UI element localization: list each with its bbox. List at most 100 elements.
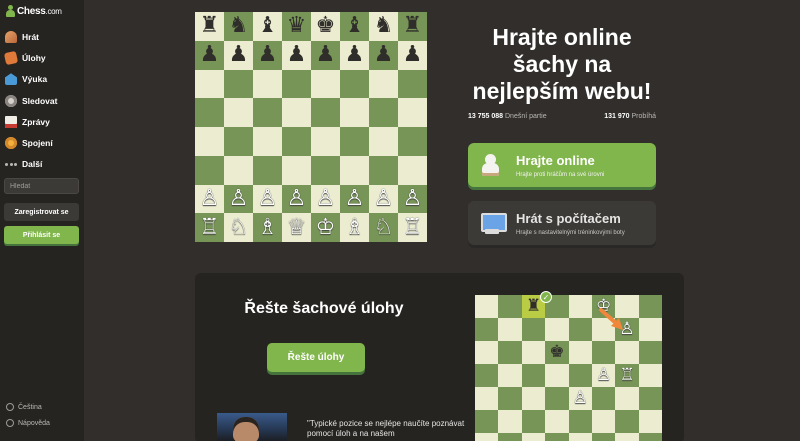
board-square[interactable]: ♟ (311, 40, 340, 70)
chess-piece[interactable]: ♘ (229, 216, 249, 239)
board-square[interactable]: ♕ (282, 213, 311, 242)
board-square[interactable]: ♙ (398, 184, 427, 214)
sidebar-item-more[interactable]: Další (0, 154, 84, 175)
board-square[interactable] (475, 387, 499, 410)
board-square[interactable] (340, 127, 369, 156)
board-square[interactable] (340, 98, 369, 127)
board-square[interactable] (521, 318, 546, 341)
sidebar-item-puzzles[interactable]: Úlohy (0, 47, 84, 68)
board-square[interactable] (475, 295, 499, 318)
chess-piece[interactable]: ♛ (287, 15, 307, 37)
board-square[interactable]: ♙ (340, 184, 369, 214)
board-square[interactable] (521, 410, 546, 433)
board-square[interactable] (195, 155, 224, 185)
board-square[interactable] (195, 69, 224, 99)
board-square[interactable] (369, 69, 398, 99)
board-square[interactable] (398, 155, 427, 185)
board-square[interactable] (568, 295, 592, 318)
chess-piece[interactable]: ♖ (200, 216, 220, 239)
board-square[interactable]: ♔ (311, 213, 340, 242)
board-square[interactable] (224, 69, 253, 99)
solve-puzzles-button[interactable]: Řešte úlohy (267, 343, 365, 372)
board-square[interactable] (615, 410, 639, 433)
chess-piece[interactable]: ♙ (287, 187, 307, 210)
board-square[interactable] (398, 98, 427, 127)
board-square[interactable] (591, 410, 616, 433)
puzzle-board[interactable]: ♜ ♔ ♙ ♚ ♙ ♖ ♙ (475, 295, 662, 441)
chess-piece[interactable]: ♖ (619, 367, 634, 384)
chess-piece[interactable]: ♜ (526, 298, 541, 315)
board-square[interactable] (311, 98, 340, 127)
board-square[interactable]: ♗ (253, 213, 282, 242)
board-square[interactable] (498, 387, 522, 410)
board-square[interactable] (521, 364, 546, 387)
board-square[interactable] (638, 410, 662, 433)
board-square[interactable] (568, 341, 592, 364)
sidebar-item-social[interactable]: Spojení (0, 132, 84, 153)
chess-piece[interactable]: ♜ (200, 15, 220, 37)
chess-piece[interactable]: ♟ (316, 44, 336, 66)
chess-piece[interactable]: ♗ (258, 216, 278, 239)
board-square[interactable] (311, 127, 340, 156)
chess-piece[interactable]: ♚ (549, 344, 564, 361)
board-square[interactable] (340, 155, 369, 185)
chess-piece[interactable]: ♙ (345, 187, 365, 210)
chess-piece[interactable]: ♙ (200, 187, 220, 210)
board-square[interactable] (498, 341, 522, 364)
chess-piece[interactable]: ♙ (374, 187, 394, 210)
board-square[interactable] (568, 364, 592, 387)
board-square[interactable]: ♚ (311, 12, 340, 41)
board-square[interactable] (568, 410, 592, 433)
board-square[interactable] (638, 295, 662, 318)
board-square[interactable]: ♙ (195, 184, 224, 214)
chess-piece[interactable]: ♙ (403, 187, 423, 210)
board-square[interactable]: ♟ (282, 40, 311, 70)
board-square[interactable] (253, 127, 282, 156)
board-square[interactable] (311, 69, 340, 99)
register-button[interactable]: Zaregistrovat se (4, 203, 79, 221)
board-square[interactable] (195, 98, 224, 127)
chess-piece[interactable]: ♝ (345, 15, 365, 37)
board-square[interactable] (282, 69, 311, 99)
board-square[interactable]: ♚ (545, 341, 569, 364)
board-square[interactable]: ♟ (195, 40, 224, 70)
board-square[interactable] (545, 318, 569, 341)
board-square[interactable] (568, 318, 592, 341)
chess-com-logo[interactable]: Chess.com (6, 4, 62, 18)
board-square[interactable]: ♙ (369, 184, 398, 214)
board-square[interactable] (398, 127, 427, 156)
board-square[interactable]: ♝ (253, 12, 282, 41)
sidebar-item-learn[interactable]: Výuka (0, 69, 84, 90)
chess-piece[interactable]: ♟ (229, 44, 249, 66)
board-square[interactable] (638, 387, 662, 410)
board-square[interactable] (498, 410, 522, 433)
chess-piece[interactable]: ♙ (258, 187, 278, 210)
chess-piece[interactable]: ♟ (200, 44, 220, 66)
board-square[interactable]: ♘ (369, 213, 398, 242)
language-selector[interactable]: Čeština (6, 403, 42, 411)
board-square[interactable] (224, 155, 253, 185)
board-square[interactable] (253, 98, 282, 127)
board-square[interactable]: ♟ (398, 40, 427, 70)
chess-piece[interactable]: ♜ (403, 15, 423, 37)
board-square[interactable] (591, 433, 616, 441)
board-square[interactable] (475, 318, 499, 341)
board-square[interactable] (340, 69, 369, 99)
board-square[interactable]: ♙ (568, 387, 592, 410)
chess-piece[interactable]: ♟ (374, 44, 394, 66)
chess-piece[interactable]: ♕ (287, 216, 307, 239)
chess-piece[interactable]: ♟ (258, 44, 278, 66)
board-square[interactable]: ♘ (224, 213, 253, 242)
board-square[interactable] (195, 127, 224, 156)
board-square[interactable]: ♙ (224, 184, 253, 214)
board-square[interactable] (282, 155, 311, 185)
chess-piece[interactable]: ♟ (403, 44, 423, 66)
board-square[interactable] (475, 410, 499, 433)
login-button[interactable]: Přihlásit se (4, 226, 79, 244)
board-square[interactable] (475, 341, 499, 364)
board-square[interactable] (253, 155, 282, 185)
board-square[interactable]: ♖ (398, 213, 427, 242)
board-square[interactable] (545, 364, 569, 387)
board-square[interactable]: ♛ (282, 12, 311, 41)
board-square[interactable]: ♝ (340, 12, 369, 41)
